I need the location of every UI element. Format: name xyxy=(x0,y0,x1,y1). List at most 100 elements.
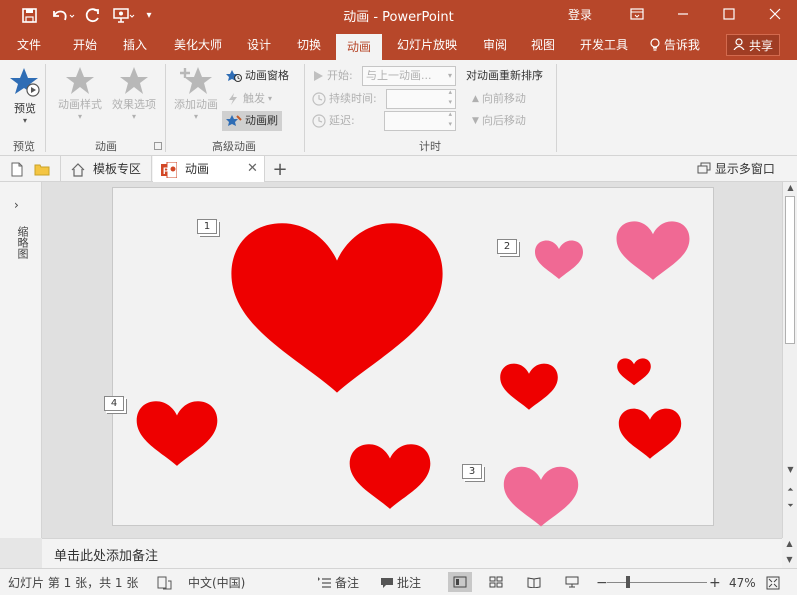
duration-label: 持续时间: xyxy=(312,89,377,109)
comments-toggle-button[interactable]: 批注 xyxy=(380,574,421,592)
slide-sorter-button[interactable] xyxy=(484,572,508,592)
large-red-heart[interactable] xyxy=(227,221,447,397)
animation-styles-label: 动画样式 xyxy=(58,98,102,111)
tab-current-document[interactable]: P 动画 ✕ xyxy=(153,156,265,182)
notes-toggle-button[interactable]: 备注 xyxy=(318,574,359,592)
separator xyxy=(556,64,557,152)
ribbon-display-options-icon[interactable] xyxy=(626,4,648,24)
minimize-icon[interactable] xyxy=(672,4,694,24)
scroll-up-icon[interactable]: ▲ xyxy=(783,182,797,194)
move-earlier-button[interactable]: ▲ 向前移动 xyxy=(472,89,526,109)
small-red-heart[interactable] xyxy=(499,361,559,413)
notes-scrollbar[interactable]: ▲ ▼ xyxy=(782,538,797,568)
share-button[interactable]: 共享 xyxy=(726,34,780,56)
animation-pane-label: 动画窗格 xyxy=(245,69,289,82)
spin-down-icon[interactable]: ▾ xyxy=(448,118,452,130)
scroll-up-icon[interactable]: ▲ xyxy=(782,538,797,550)
share-label: 共享 xyxy=(748,38,773,53)
zoom-slider-thumb[interactable] xyxy=(626,576,630,588)
zoom-slider[interactable] xyxy=(607,582,707,583)
bottom-pink-heart[interactable] xyxy=(493,466,589,528)
expand-thumbnails-icon[interactable]: › xyxy=(14,198,19,212)
animation-pane-button[interactable]: 动画窗格 xyxy=(226,66,289,86)
duration-field[interactable]: ▴ ▾ xyxy=(386,88,456,109)
dropdown-icon: ▾ xyxy=(193,112,198,121)
slide-show-button[interactable] xyxy=(560,572,584,592)
tab-transitions[interactable]: 切换 xyxy=(286,30,332,60)
animation-order-tag[interactable]: 3 xyxy=(462,464,482,479)
tiny-red-heart[interactable] xyxy=(614,358,654,386)
dropdown-icon: ▾ xyxy=(77,112,82,121)
add-animation-button[interactable]: 添加动画 ▾ xyxy=(170,66,222,121)
sign-in-link[interactable]: 登录 xyxy=(568,6,592,23)
zoom-in-icon[interactable]: + xyxy=(709,574,721,592)
new-document-icon[interactable] xyxy=(8,160,26,178)
trigger-button[interactable]: 触发 ▾ xyxy=(226,89,272,109)
tab-templates[interactable]: 模板专区 xyxy=(60,156,152,182)
left-red-heart[interactable] xyxy=(135,398,219,470)
close-tab-icon[interactable]: ✕ xyxy=(247,156,258,182)
vertical-scrollbar[interactable]: ▲ ▼ ⏶ ⏷ xyxy=(782,182,797,538)
spin-down-icon[interactable]: ▾ xyxy=(448,96,452,108)
normal-view-button[interactable] xyxy=(448,572,472,592)
close-icon[interactable] xyxy=(764,4,786,24)
fit-to-window-icon[interactable] xyxy=(766,574,780,592)
animation-styles-button[interactable]: 动画样式 ▾ xyxy=(54,66,106,121)
new-tab-plus-icon[interactable]: + xyxy=(271,159,289,180)
animation-order-tag[interactable]: 4 xyxy=(104,396,124,411)
reorder-title: 对动画重新排序 xyxy=(466,69,543,82)
tab-insert[interactable]: 插入 xyxy=(112,30,158,60)
tab-home[interactable]: 开始 xyxy=(62,30,108,60)
maximize-icon[interactable] xyxy=(718,4,740,24)
accessibility-icon[interactable] xyxy=(156,574,172,592)
tell-me-label: 告诉我 xyxy=(663,38,700,52)
folder-icon[interactable] xyxy=(33,160,51,178)
start-select[interactable]: 与上一动画... ▾ xyxy=(362,66,456,86)
tab-view[interactable]: 视图 xyxy=(520,30,566,60)
zoom-out-icon[interactable]: − xyxy=(596,574,608,592)
dialog-launcher-icon[interactable] xyxy=(154,142,162,150)
small-pink-heart[interactable] xyxy=(528,240,590,280)
slide-count: 幻灯片 第 1 张，共 1 张 xyxy=(8,576,139,590)
wide-red-heart[interactable] xyxy=(608,408,692,460)
preview-button[interactable]: 预览 ▾ xyxy=(8,66,42,125)
group-label-preview: 预览 xyxy=(13,140,35,153)
show-multi-window-button[interactable]: 显示多窗口 xyxy=(697,156,775,182)
next-slide-icon[interactable]: ⏷ xyxy=(783,500,797,512)
tab-design[interactable]: 设计 xyxy=(236,30,282,60)
separator xyxy=(45,64,46,152)
star-icon xyxy=(66,67,94,94)
dropdown-icon: ▾ xyxy=(131,112,136,121)
effect-options-button[interactable]: 效果选项 ▾ xyxy=(108,66,160,121)
tab-animations[interactable]: 动画 xyxy=(336,34,382,60)
dropdown-icon: ▾ xyxy=(447,71,452,80)
zoom-level[interactable]: 47% xyxy=(729,574,756,592)
scroll-down-icon[interactable]: ▼ xyxy=(782,554,797,566)
previous-slide-icon[interactable]: ⏶ xyxy=(783,484,797,496)
reading-view-button[interactable] xyxy=(522,572,546,592)
tab-review[interactable]: 审阅 xyxy=(472,30,518,60)
bottom-red-heart[interactable] xyxy=(348,441,432,513)
tab-beautify-master[interactable]: 美化大师 xyxy=(166,30,230,60)
notes-pane[interactable]: 单击此处添加备注 xyxy=(42,538,782,568)
animation-painter-label: 动画刷 xyxy=(245,114,278,127)
comment-icon xyxy=(381,578,393,588)
tell-me-search[interactable]: 告诉我 xyxy=(650,30,700,60)
move-later-button[interactable]: ▼ 向后移动 xyxy=(472,111,526,131)
triangle-down-icon: ▼ xyxy=(472,116,479,126)
animation-order-tag[interactable]: 2 xyxy=(497,239,517,254)
tab-slide-show[interactable]: 幻灯片放映 xyxy=(390,30,464,60)
preview-label: 预览 xyxy=(14,102,36,115)
language-status[interactable]: 中文(中国) xyxy=(188,574,245,592)
scroll-down-icon[interactable]: ▼ xyxy=(783,464,797,476)
slide-canvas[interactable]: 1 2 3 4 xyxy=(104,187,714,528)
tab-file[interactable]: 文件 xyxy=(6,30,52,60)
person-icon xyxy=(733,37,745,53)
animation-painter-button[interactable]: 动画刷 xyxy=(222,111,282,131)
scrollbar-thumb[interactable] xyxy=(785,196,795,344)
thumbnails-label[interactable]: 缩略图 xyxy=(12,226,30,259)
delay-field[interactable]: ▴ ▾ xyxy=(384,110,456,131)
animation-order-tag[interactable]: 1 xyxy=(197,219,217,234)
medium-pink-heart[interactable] xyxy=(615,220,691,282)
tab-developer[interactable]: 开发工具 xyxy=(572,30,636,60)
